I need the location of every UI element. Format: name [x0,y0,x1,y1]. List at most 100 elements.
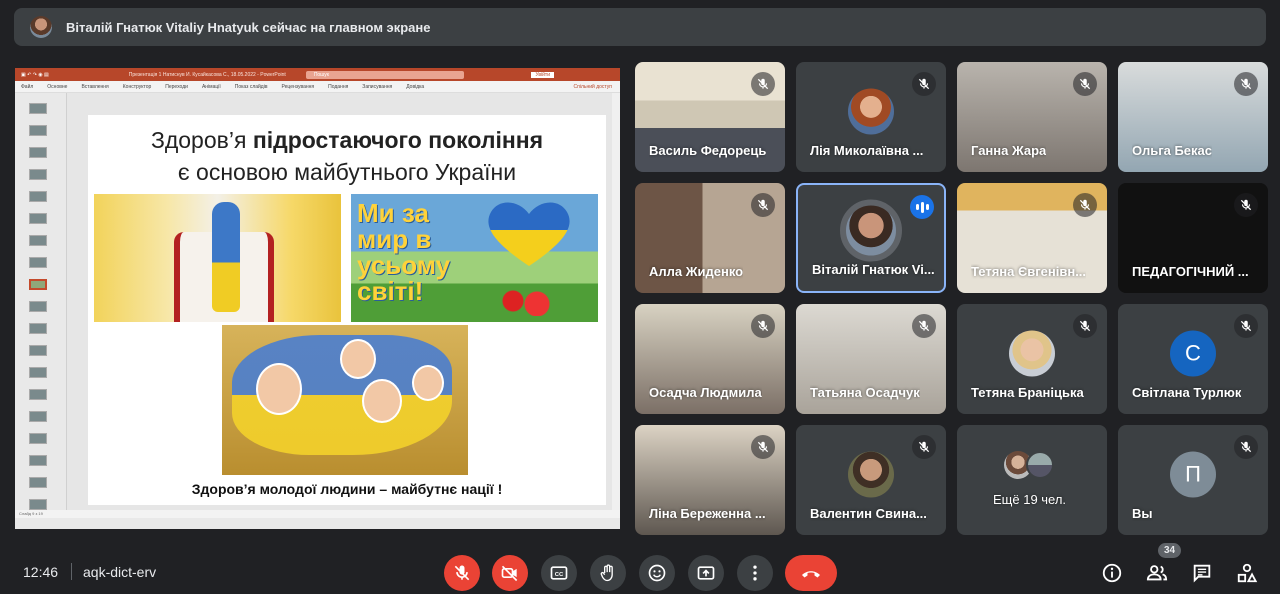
children-ukraine-map-image [222,325,468,475]
ribbon-tab[interactable]: Довідка [406,84,424,90]
participant-name: Василь Федорець [649,143,767,158]
ribbon-tab[interactable]: Файл [21,84,33,90]
participant-tile[interactable]: Валентин Свина... [796,425,946,535]
slide-thumbnail[interactable] [29,169,47,180]
slide-thumbnail[interactable] [29,345,47,356]
ribbon-tab[interactable]: Показ слайдів [235,84,268,90]
ribbon-tab[interactable]: Переходи [165,84,188,90]
slide-title-bold: підростаючого покоління [252,127,544,153]
participant-tile[interactable]: Лія Миколаївна ... [796,62,946,172]
participant-name: Валентин Свина... [810,506,927,521]
mic-off-icon [1079,199,1091,211]
child-face [340,339,376,379]
slide-thumbnail[interactable] [29,301,47,312]
ribbon-tab[interactable]: Вставлення [81,84,108,90]
people-button[interactable] [1144,560,1170,586]
camera-off-icon [501,565,518,582]
mic-off-icon [918,320,930,332]
activities-button[interactable] [1234,560,1260,586]
presenter-banner-text: Віталій Гнатюк Vitaliy Hnatyuk сейчас на… [66,19,431,35]
slide-thumbnail[interactable] [29,389,47,400]
powerpoint-status-bar: Слайд 9 з 19 [15,510,620,518]
slide-thumbnail[interactable] [29,147,47,158]
share-button[interactable]: Спільний доступ [574,84,612,90]
slide-scrollbar[interactable] [612,93,620,518]
participant-tile[interactable]: Алла Жиденко [635,183,785,293]
participant-tile[interactable]: Ліна Береженна ... [635,425,785,535]
reactions-button[interactable] [639,555,675,591]
participant-tile[interactable]: Ольга Бекас [1118,62,1268,172]
slide-thumbnail[interactable] [29,411,47,422]
raise-hand-button[interactable] [590,555,626,591]
participant-tile[interactable]: Ганна Жара [957,62,1107,172]
slide-thumbnail[interactable] [29,499,47,510]
ribbon-tab[interactable]: Основне [47,84,67,90]
participant-tile[interactable]: Тетяна Євгенівн... [957,183,1107,293]
muted-indicator [1073,193,1097,217]
ribbon-tab[interactable]: Записування [362,84,392,90]
participant-tile[interactable]: Осадча Людмила [635,304,785,414]
slide-thumbnails-pane[interactable] [15,93,67,518]
presenter-banner: Віталій Гнатюк Vitaliy Hnatyuk сейчас на… [14,8,1266,46]
participant-tile[interactable]: Василь Федорець [635,62,785,172]
slide-thumbnail[interactable] [29,125,47,136]
present-screen-button[interactable] [688,555,724,591]
ribbon-tab[interactable]: Рецензування [282,84,315,90]
more-options-button[interactable] [737,555,773,591]
participant-tile[interactable]: Ещё 19 чел. [957,425,1107,535]
slide-thumbnail[interactable] [29,455,47,466]
participant-tile[interactable]: С Світлана Турлюк [1118,304,1268,414]
emoji-icon [648,564,666,582]
mic-off-icon [1240,199,1252,211]
participant-avatar [848,451,894,498]
mic-off-icon [1240,441,1252,453]
mic-off-icon [454,565,470,581]
muted-indicator [751,72,775,96]
ribbon-tab[interactable]: Анімації [202,84,221,90]
muted-indicator [751,193,775,217]
mic-off-icon [1079,320,1091,332]
poppy-flowers [501,286,561,316]
camera-button[interactable] [492,555,528,591]
powerpoint-login[interactable]: Увійти [531,71,554,78]
ribbon-tab[interactable]: Подання [328,84,348,90]
powerpoint-title-bar: ▣ ↶ ↷ ◉ ▤ Презентація 1 Натиснув И. Куса… [15,68,620,81]
participant-tile[interactable]: Татьяна Осадчук [796,304,946,414]
powerpoint-ribbon-tabs: Файл Основне Вставлення Конструктор Пере… [15,81,620,93]
participant-tile[interactable]: Тетяна Браніцька [957,304,1107,414]
slide-thumbnail[interactable] [29,235,47,246]
mic-off-icon [757,78,769,90]
muted-indicator [1234,435,1258,459]
meet-app: Віталій Гнатюк Vitaliy Hnatyuk сейчас на… [0,0,1280,594]
slide-thumbnail[interactable] [29,279,47,290]
muted-indicator [1073,314,1097,338]
slide-thumbnail[interactable] [29,103,47,114]
chat-button[interactable] [1189,560,1215,586]
leave-call-button[interactable] [785,555,837,591]
meeting-details-button[interactable] [1099,560,1125,586]
ribbon-tab[interactable]: Конструктор [123,84,152,90]
powerpoint-search[interactable]: Пошук [305,70,464,79]
captions-button[interactable]: CC [541,555,577,591]
mic-off-icon [918,78,930,90]
slide-thumbnail[interactable] [29,323,47,334]
participant-avatar [1009,330,1055,377]
slide-thumbnail[interactable] [29,433,47,444]
participant-tile[interactable]: ПЕДАГОГІЧНИЙ ... [1118,183,1268,293]
slide-thumbnail[interactable] [29,213,47,224]
shared-screen[interactable]: ▣ ↶ ↷ ◉ ▤ Презентація 1 Натиснув И. Куса… [15,68,620,529]
people-icon [1146,565,1168,581]
slide-thumbnail[interactable] [29,367,47,378]
powerpoint-window-title: Презентація 1 Натиснув И. Кусайкасова С.… [128,71,286,78]
slide-thumbnail[interactable] [29,477,47,488]
muted-indicator [912,72,936,96]
ukraine-heart-icon [488,202,570,266]
microphone-button[interactable] [444,555,480,591]
participant-tile[interactable]: Віталій Гнатюк Vi... [796,183,946,293]
slide-thumbnail[interactable] [29,191,47,202]
participant-count-badge: 34 [1158,543,1182,558]
participant-tile[interactable]: П Вы [1118,425,1268,535]
slide-thumbnail[interactable] [29,257,47,268]
mic-off-icon [1240,320,1252,332]
slide-title: Здоров’я підростаючого покоління [88,127,606,154]
